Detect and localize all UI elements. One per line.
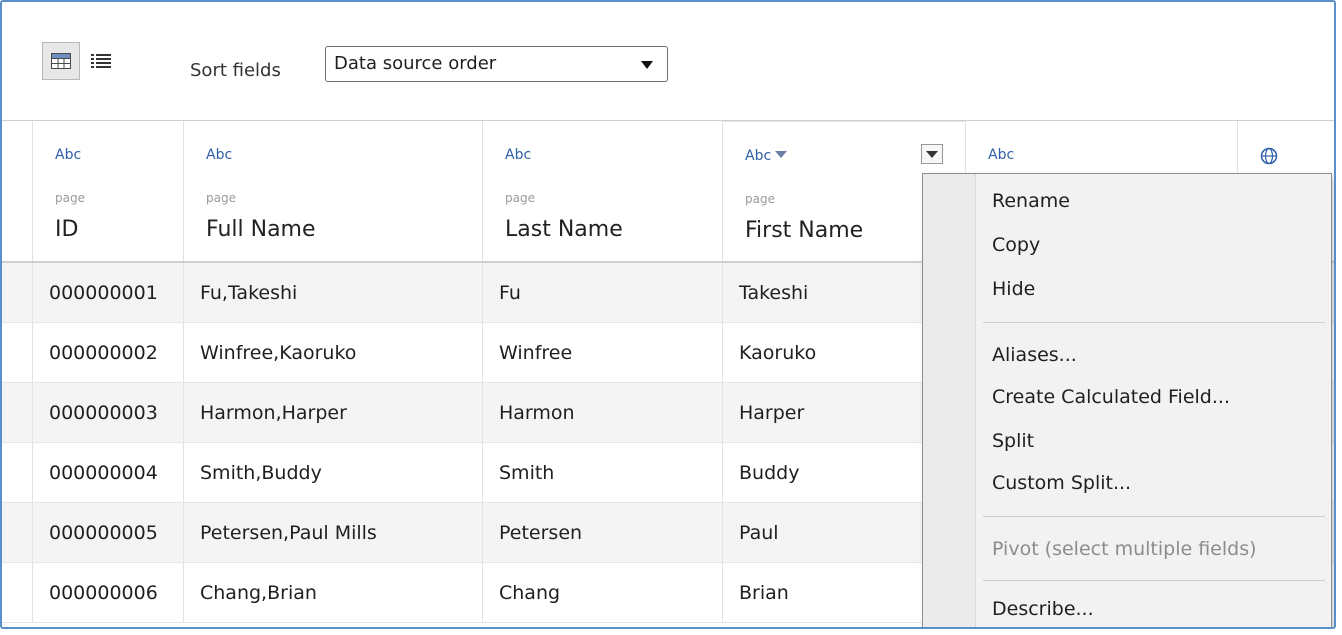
cell-full-name[interactable]: Smith,Buddy [183, 443, 482, 503]
cell-id[interactable]: 000000006 [32, 563, 183, 623]
toolbar: Sort fields Data source order [2, 2, 1334, 121]
menu-item-rename[interactable]: Rename [992, 190, 1070, 212]
string-type-icon[interactable]: Abc [206, 147, 232, 163]
menu-item-describe[interactable]: Describe... [992, 598, 1094, 620]
menu-item-create-calculated-field[interactable]: Create Calculated Field... [992, 386, 1230, 408]
list-icon [91, 54, 111, 68]
column-name: ID [55, 217, 79, 242]
column-name: Full Name [206, 217, 316, 242]
cell-full-name[interactable]: Chang,Brian [183, 563, 482, 623]
column-header-full-name[interactable]: Abc page Full Name [183, 121, 482, 261]
column-header-last-name[interactable]: Abc page Last Name [482, 121, 722, 261]
sort-fields-value: Data source order [334, 53, 497, 74]
column-name: First Name [745, 218, 864, 243]
cell-id[interactable]: 000000005 [32, 503, 183, 563]
column-source: page [206, 191, 236, 205]
grid-view-button[interactable] [42, 42, 80, 80]
column-menu-button[interactable] [921, 144, 943, 164]
string-type-icon[interactable]: Abc [745, 148, 788, 164]
cell-last-name[interactable]: Harmon [482, 383, 722, 443]
column-header-id[interactable]: Abc page ID [32, 121, 183, 261]
menu-item-custom-split[interactable]: Custom Split... [992, 472, 1131, 494]
cell-id[interactable]: 000000004 [32, 443, 183, 503]
menu-item-split[interactable]: Split [992, 430, 1034, 452]
cell-last-name[interactable]: Petersen [482, 503, 722, 563]
cell-id[interactable]: 000000003 [32, 383, 183, 443]
cell-full-name[interactable]: Harmon,Harper [183, 383, 482, 443]
menu-item-copy[interactable]: Copy [992, 234, 1040, 256]
globe-icon[interactable] [1260, 147, 1278, 165]
menu-item-aliases[interactable]: Aliases... [992, 344, 1077, 366]
menu-separator [983, 516, 1325, 517]
column-source: page [55, 191, 85, 205]
menu-gutter [923, 174, 976, 627]
menu-item-hide[interactable]: Hide [992, 278, 1035, 300]
column-context-menu: Rename Copy Hide Aliases... Create Calcu… [922, 173, 1332, 627]
sort-fields-label: Sort fields [190, 60, 281, 81]
cell-full-name[interactable]: Winfree,Kaoruko [183, 323, 482, 383]
cell-last-name[interactable]: Winfree [482, 323, 722, 383]
menu-separator [983, 580, 1325, 581]
cell-last-name[interactable]: Chang [482, 563, 722, 623]
cell-last-name[interactable]: Smith [482, 443, 722, 503]
sort-fields-dropdown[interactable]: Data source order [325, 46, 668, 82]
cell-full-name[interactable]: Petersen,Paul Mills [183, 503, 482, 563]
type-label: Abc [745, 148, 772, 164]
list-view-button[interactable] [82, 42, 120, 80]
column-source: page [505, 191, 535, 205]
cell-full-name[interactable]: Fu,Takeshi [183, 263, 482, 323]
string-type-icon[interactable]: Abc [988, 147, 1014, 163]
cell-last-name[interactable]: Fu [482, 263, 722, 323]
menu-separator [983, 322, 1325, 323]
chevron-down-icon [641, 61, 653, 69]
string-type-icon[interactable]: Abc [55, 147, 81, 163]
grid-icon [51, 53, 71, 69]
data-grid-window: Sort fields Data source order Abc page I… [0, 0, 1336, 629]
string-type-icon[interactable]: Abc [505, 147, 531, 163]
chevron-down-icon [775, 151, 788, 158]
cell-id[interactable]: 000000002 [32, 323, 183, 383]
menu-item-pivot: Pivot (select multiple fields) [992, 538, 1257, 560]
column-source: page [745, 192, 775, 206]
column-name: Last Name [505, 217, 623, 242]
cell-id[interactable]: 000000001 [32, 263, 183, 323]
